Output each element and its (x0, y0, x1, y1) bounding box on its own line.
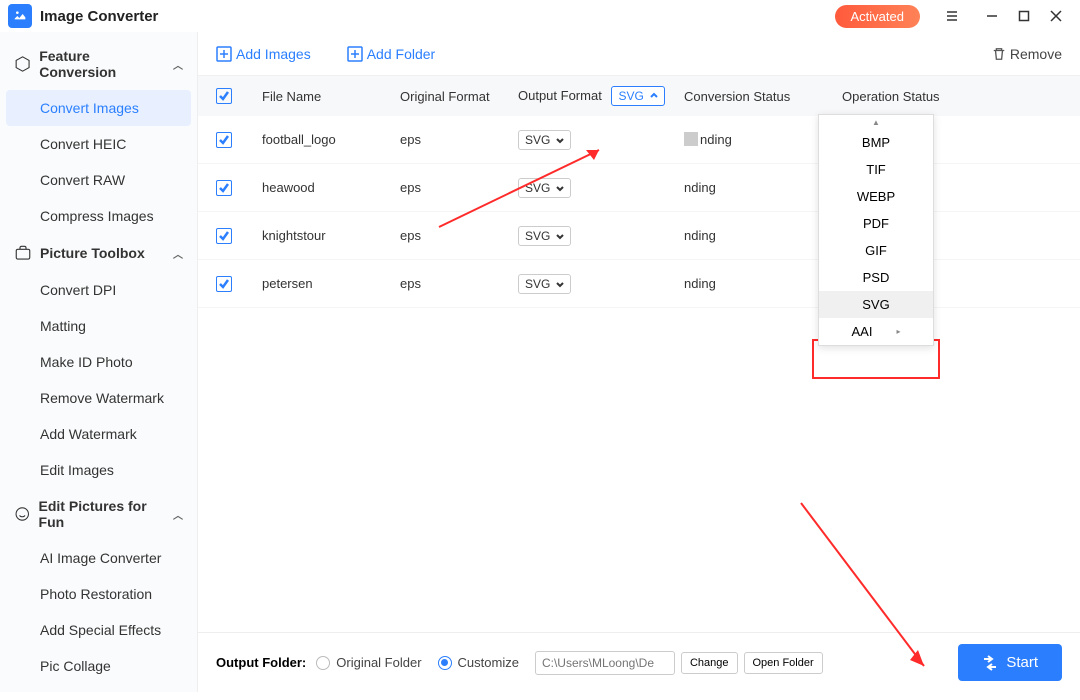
sidebar-item-special-effects[interactable]: Add Special Effects (0, 612, 197, 648)
sidebar-item-convert-images[interactable]: Convert Images (6, 90, 191, 126)
sidebar-item-id-photo[interactable]: Make ID Photo (0, 344, 197, 380)
open-folder-button[interactable]: Open Folder (744, 652, 823, 674)
cell-filename: knightstour (262, 228, 400, 243)
row-format-select[interactable]: SVG (518, 130, 571, 150)
sidebar-item-compress-images[interactable]: Compress Images (0, 198, 197, 234)
sidebar-section-label: Edit Pictures for Fun (39, 498, 165, 530)
row-format-select[interactable]: SVG (518, 226, 571, 246)
sidebar-item-ai-converter[interactable]: AI Image Converter (0, 540, 197, 576)
activated-badge: Activated (835, 5, 920, 28)
cell-original: eps (400, 276, 518, 291)
change-button[interactable]: Change (681, 652, 738, 674)
dropdown-item[interactable]: WEBP (819, 183, 933, 210)
sidebar-section-fun[interactable]: Edit Pictures for Fun ︿ (0, 488, 197, 540)
row-checkbox[interactable] (216, 132, 232, 148)
add-images-label: Add Images (236, 46, 311, 62)
col-original: Original Format (400, 89, 518, 104)
cell-original: eps (400, 180, 518, 195)
dropdown-item[interactable]: PSD (819, 264, 933, 291)
sidebar-item-convert-raw[interactable]: Convert RAW (0, 162, 197, 198)
row-format-select[interactable]: SVG (518, 274, 571, 294)
sidebar-section-feature[interactable]: Feature Conversion ︿ (0, 38, 197, 90)
sidebar-section-label: Feature Conversion (39, 48, 165, 80)
col-output: Output Format SVG (518, 86, 684, 106)
row-checkbox[interactable] (216, 228, 232, 244)
add-images-button[interactable]: Add Images (216, 46, 311, 62)
scroll-up-icon[interactable]: ▲ (819, 115, 933, 129)
sidebar-item-edit-images[interactable]: Edit Images (0, 452, 197, 488)
output-folder-label: Output Folder: (216, 655, 306, 670)
minimize-button[interactable] (976, 2, 1008, 30)
sidebar-item-matting[interactable]: Matting (0, 308, 197, 344)
sidebar-item-remove-watermark[interactable]: Remove Watermark (0, 380, 197, 416)
app-logo (8, 4, 32, 28)
dropdown-item[interactable]: AAI▸ (819, 318, 933, 345)
app-title: Image Converter (40, 8, 158, 25)
cell-original: eps (400, 228, 518, 243)
dropdown-item[interactable]: GIF (819, 237, 933, 264)
chevron-up-icon: ︿ (173, 246, 183, 261)
col-filename: File Name (262, 89, 400, 104)
cell-filename: petersen (262, 276, 400, 291)
table-row: heawood eps SVG nding Start (198, 164, 1080, 212)
start-label: Start (1006, 654, 1038, 671)
table-row: knightstour eps SVG nding Start (198, 212, 1080, 260)
hamburger-menu[interactable] (936, 2, 968, 30)
chevron-up-icon: ︿ (173, 57, 183, 72)
table-header: File Name Original Format Output Format … (198, 76, 1080, 116)
dropdown-item[interactable]: SVG (819, 291, 933, 318)
select-all-checkbox[interactable] (216, 88, 232, 104)
add-folder-button[interactable]: Add Folder (347, 46, 435, 62)
content: Add Images Add Folder Remove File Name O… (198, 32, 1080, 692)
output-format-select[interactable]: SVG (611, 86, 664, 106)
sidebar-item-convert-heic[interactable]: Convert HEIC (0, 126, 197, 162)
remove-button[interactable]: Remove (992, 46, 1062, 62)
customize-label: Customize (458, 655, 519, 670)
close-button[interactable] (1040, 2, 1072, 30)
table-row: petersen eps SVG nding Start (198, 260, 1080, 308)
cell-original: eps (400, 132, 518, 147)
file-table: File Name Original Format Output Format … (198, 76, 1080, 632)
titlebar: Image Converter Activated (0, 0, 1080, 32)
dropdown-item[interactable]: BMP (819, 129, 933, 156)
row-checkbox[interactable] (216, 276, 232, 292)
original-folder-radio[interactable] (316, 656, 330, 670)
col-conversion: Conversion Status (684, 89, 842, 104)
footer: Output Folder: Original Folder Customize… (198, 632, 1080, 692)
add-folder-label: Add Folder (367, 46, 435, 62)
sidebar-item-pic-collage[interactable]: Pic Collage (0, 648, 197, 684)
col-operation: Operation Status (842, 89, 1062, 104)
chevron-up-icon: ︿ (173, 507, 183, 522)
sidebar-item-add-watermark[interactable]: Add Watermark (0, 416, 197, 452)
maximize-button[interactable] (1008, 2, 1040, 30)
sidebar-section-label: Picture Toolbox (40, 245, 145, 261)
start-button[interactable]: Start (958, 644, 1062, 681)
output-path-input[interactable] (535, 651, 675, 675)
sidebar-item-convert-dpi[interactable]: Convert DPI (0, 272, 197, 308)
row-checkbox[interactable] (216, 180, 232, 196)
dropdown-item[interactable]: TIF (819, 156, 933, 183)
cell-filename: heawood (262, 180, 400, 195)
customize-radio[interactable] (438, 656, 452, 670)
format-dropdown[interactable]: ▲ BMPTIFWEBPPDFGIFPSDSVGAAI▸ (818, 114, 934, 346)
sidebar: Feature Conversion ︿ Convert Images Conv… (0, 32, 198, 692)
original-folder-label: Original Folder (336, 655, 421, 670)
remove-label: Remove (1010, 46, 1062, 62)
cell-filename: football_logo (262, 132, 400, 147)
sidebar-item-photo-restoration[interactable]: Photo Restoration (0, 576, 197, 612)
row-format-select[interactable]: SVG (518, 178, 571, 198)
dropdown-item[interactable]: PDF (819, 210, 933, 237)
sidebar-section-toolbox[interactable]: Picture Toolbox ︿ (0, 234, 197, 272)
toolbar: Add Images Add Folder Remove (198, 32, 1080, 76)
table-row: football_logo eps SVG nding Start (198, 116, 1080, 164)
